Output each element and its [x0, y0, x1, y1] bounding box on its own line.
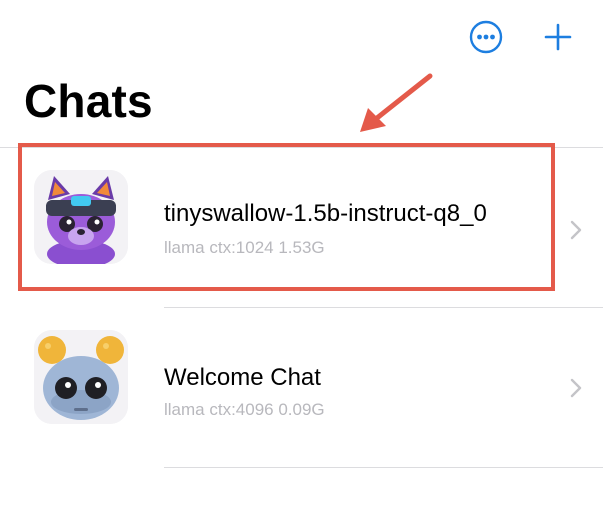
more-options-button[interactable]	[469, 20, 503, 54]
chat-row-welcome[interactable]: Welcome Chat llama ctx:4096 0.09G	[22, 312, 603, 442]
page-title: Chats	[24, 75, 153, 127]
list-bottom-divider	[164, 467, 603, 468]
ellipsis-circle-icon	[469, 20, 503, 54]
chat-meta: llama ctx:4096 0.09G	[164, 400, 325, 419]
fox-robot-avatar-icon	[34, 170, 128, 264]
chat-row-tinyswallow[interactable]: tinyswallow-1.5b-instruct-q8_0 llama ctx…	[22, 152, 603, 282]
avatar	[34, 330, 128, 424]
annotation-arrow-icon	[360, 73, 433, 132]
chevron-right-icon	[570, 378, 582, 398]
chat-name: Welcome Chat	[164, 364, 321, 391]
chat-name: tinyswallow-1.5b-instruct-q8_0	[164, 200, 487, 227]
list-row-divider	[164, 307, 603, 308]
chat-meta: llama ctx:1024 1.53G	[164, 238, 325, 257]
knit-robot-avatar-icon	[34, 330, 128, 424]
avatar	[34, 170, 128, 264]
list-top-divider	[0, 147, 603, 148]
add-chat-button[interactable]	[541, 20, 575, 54]
top-actions	[469, 20, 575, 54]
plus-icon	[544, 23, 572, 51]
chevron-right-icon	[570, 220, 582, 240]
